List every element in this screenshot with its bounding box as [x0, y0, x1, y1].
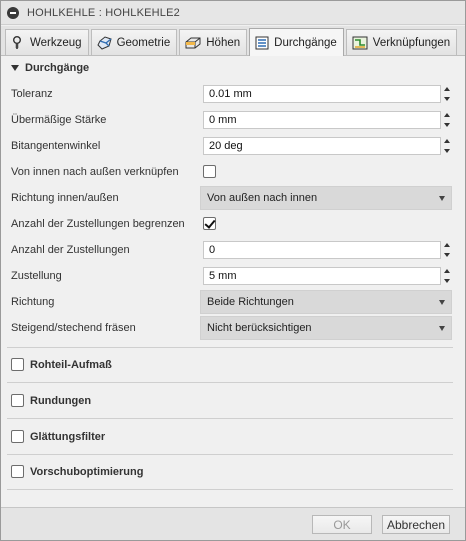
- dropdown-caret-icon: [439, 196, 445, 201]
- section-rohteil-aufmass[interactable]: Rohteil-Aufmaß: [11, 358, 112, 371]
- spin-up-icon[interactable]: [444, 269, 450, 273]
- label-anzahl: Anzahl der Zustellungen: [11, 244, 130, 256]
- row-anzahl: Anzahl der Zustellungen 0: [11, 240, 455, 260]
- label-steigend: Steigend/stechend fräsen: [11, 322, 136, 334]
- ok-button[interactable]: OK: [312, 515, 372, 534]
- tool-icon: [13, 35, 21, 49]
- row-toleranz: Toleranz 0.01 mm: [11, 84, 455, 104]
- tab-label: Werkzeug: [30, 36, 82, 49]
- toleranz-spinner[interactable]: [441, 85, 453, 103]
- section-glaettungsfilter[interactable]: Glättungsfilter: [11, 430, 105, 443]
- tab-hoehen[interactable]: Höhen: [179, 29, 248, 55]
- spin-down-icon[interactable]: [444, 149, 450, 153]
- label-richtung: Richtung: [11, 296, 55, 308]
- row-innen-aussen: Von innen nach außen verknüpfen: [11, 162, 455, 182]
- divider: [7, 418, 453, 419]
- toleranz-input[interactable]: 0.01 mm: [203, 85, 441, 103]
- section-checkbox[interactable]: [11, 394, 24, 407]
- spin-up-icon[interactable]: [444, 243, 450, 247]
- tab-content: Durchgänge Toleranz 0.01 mm Übermäßige S…: [1, 57, 465, 507]
- label-innen-aussen: Von innen nach außen verknüpfen: [11, 166, 179, 178]
- zustellung-spinner[interactable]: [441, 267, 453, 285]
- steigend-select[interactable]: Nicht berücksichtigen: [200, 316, 452, 340]
- divider: [7, 454, 453, 455]
- tab-label: Durchgänge: [274, 36, 337, 49]
- spin-up-icon[interactable]: [444, 139, 450, 143]
- tab-bar: Werkzeug Geometrie Höhen Durchgänge Verk…: [1, 26, 465, 56]
- label-toleranz: Toleranz: [11, 88, 53, 100]
- section-vorschuboptimierung[interactable]: Vorschuboptimierung: [11, 465, 143, 478]
- uebermass-input[interactable]: 0 mm: [203, 111, 441, 129]
- spin-up-icon[interactable]: [444, 87, 450, 91]
- tab-verknuepfungen[interactable]: Verknüpfungen: [345, 29, 458, 55]
- section-checkbox[interactable]: [11, 430, 24, 443]
- section-checkbox[interactable]: [11, 358, 24, 371]
- tab-label: Verknüpfungen: [372, 36, 451, 49]
- tab-durchgaenge[interactable]: Durchgänge: [249, 28, 344, 56]
- dialog-title: HOHLKEHLE : HOHLKEHLE2: [27, 6, 180, 19]
- collapse-icon[interactable]: [7, 6, 19, 19]
- bitangent-spinner[interactable]: [441, 137, 453, 155]
- spin-up-icon[interactable]: [444, 113, 450, 117]
- anzahl-spinner[interactable]: [441, 241, 453, 259]
- row-richtung: Richtung Beide Richtungen: [11, 290, 455, 314]
- row-anzahl-begrenzen: Anzahl der Zustellungen begrenzen: [11, 214, 455, 234]
- divider: [7, 382, 453, 383]
- richtung-select[interactable]: Beide Richtungen: [200, 290, 452, 314]
- label-bitangent: Bitangentenwinkel: [11, 140, 101, 152]
- dialog-footer: OK Abbrechen: [1, 507, 465, 540]
- label-richtung-io: Richtung innen/außen: [11, 192, 119, 204]
- dropdown-caret-icon: [439, 300, 445, 305]
- tab-label: Höhen: [206, 36, 241, 49]
- section-label: Rundungen: [30, 394, 92, 407]
- operation-dialog: HOHLKEHLE : HOHLKEHLE2 Werkzeug Geometri…: [0, 0, 466, 541]
- row-richtung-io: Richtung innen/außen Von außen nach inne…: [11, 186, 455, 210]
- select-value: Von außen nach innen: [207, 192, 318, 204]
- spin-down-icon[interactable]: [444, 123, 450, 127]
- select-value: Nicht berücksichtigen: [207, 322, 312, 334]
- anzahl-begrenzen-checkbox[interactable]: [203, 217, 216, 230]
- uebermass-spinner[interactable]: [441, 111, 453, 129]
- label-zustellung: Zustellung: [11, 270, 62, 282]
- cancel-button[interactable]: Abbrechen: [382, 515, 450, 534]
- geometry-icon: [96, 35, 112, 50]
- label-anzahl-begrenzen: Anzahl der Zustellungen begrenzen: [11, 218, 185, 230]
- tab-werkzeug[interactable]: Werkzeug: [5, 29, 89, 55]
- dropdown-caret-icon: [439, 326, 445, 331]
- zustellung-input[interactable]: 5 mm: [203, 267, 441, 285]
- section-rundungen[interactable]: Rundungen: [11, 394, 91, 407]
- tab-geometrie[interactable]: Geometrie: [90, 29, 178, 55]
- section-header-durchgaenge[interactable]: Durchgänge: [11, 62, 89, 74]
- section-label: Rohteil-Aufmaß: [30, 358, 112, 371]
- richtung-io-select[interactable]: Von außen nach innen: [200, 186, 452, 210]
- section-title: Durchgänge: [25, 62, 90, 74]
- expand-triangle-icon[interactable]: [11, 65, 19, 71]
- row-bitangent: Bitangentenwinkel 20 deg: [11, 136, 455, 156]
- row-zustellung: Zustellung 5 mm: [11, 266, 455, 286]
- divider: [7, 489, 453, 490]
- heights-icon: [185, 37, 201, 48]
- passes-icon: [255, 36, 269, 49]
- row-steigend: Steigend/stechend fräsen Nicht berücksic…: [11, 316, 455, 340]
- spin-down-icon[interactable]: [444, 253, 450, 257]
- anzahl-input[interactable]: 0: [203, 241, 441, 259]
- innen-aussen-checkbox[interactable]: [203, 165, 216, 178]
- spin-down-icon[interactable]: [444, 97, 450, 101]
- title-bar[interactable]: HOHLKEHLE : HOHLKEHLE2: [1, 1, 465, 25]
- divider: [7, 347, 453, 348]
- tab-label: Geometrie: [116, 36, 171, 49]
- bitangent-input[interactable]: 20 deg: [203, 137, 441, 155]
- section-label: Glättungsfilter: [30, 430, 106, 443]
- section-checkbox[interactable]: [11, 465, 24, 478]
- select-value: Beide Richtungen: [207, 296, 294, 308]
- linking-icon: [352, 36, 368, 49]
- row-uebermass: Übermäßige Stärke 0 mm: [11, 110, 455, 130]
- section-label: Vorschuboptimierung: [30, 465, 144, 478]
- label-uebermass: Übermäßige Stärke: [11, 114, 107, 126]
- spin-down-icon[interactable]: [444, 279, 450, 283]
